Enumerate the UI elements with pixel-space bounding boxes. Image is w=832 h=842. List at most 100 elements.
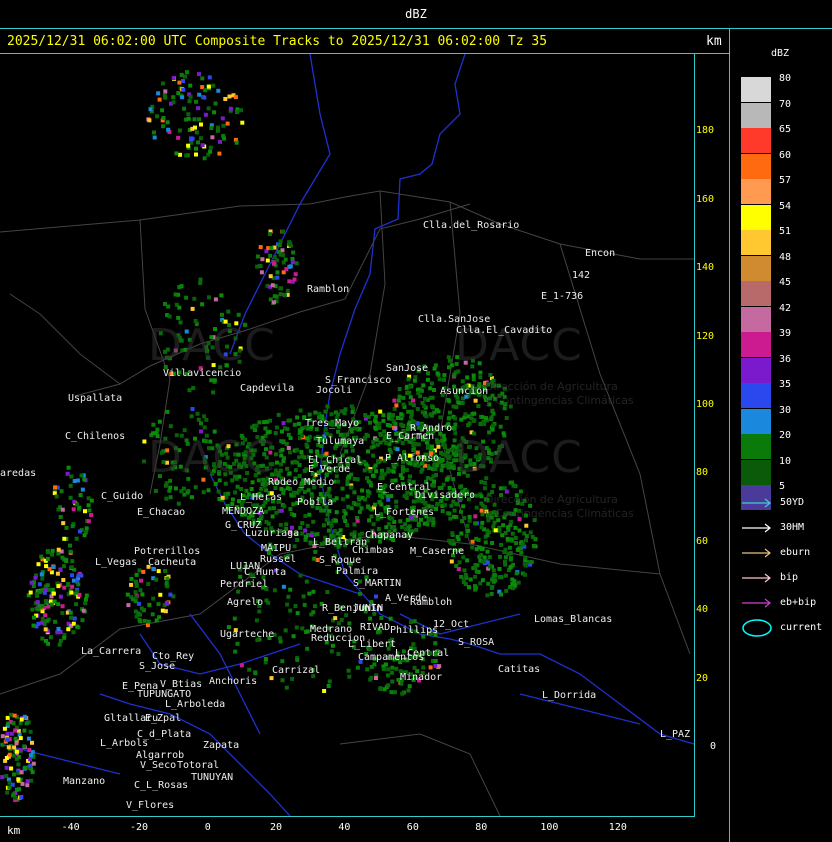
legend-value-label: 70 <box>779 98 792 110</box>
track-legend-label: current <box>780 622 823 633</box>
place-label: 142 <box>572 270 591 281</box>
place-label: L_PAZ <box>660 729 691 740</box>
legend-swatch <box>741 128 771 153</box>
legend-swatch <box>741 306 771 332</box>
place-label: Palmira <box>336 566 379 577</box>
legend-title: dBZ <box>771 48 790 59</box>
watermark-line1: Dirección de Agricultura <box>485 380 618 393</box>
place-label: V_Flores <box>126 800 175 811</box>
place-label: Clla.del_Rosario <box>423 220 520 231</box>
place-label: C_Hunta <box>244 567 287 578</box>
place-label: S_ROSA <box>458 637 495 648</box>
legend-value-label: 45 <box>779 277 792 288</box>
legend-value-label: 35 <box>779 379 792 390</box>
composite-tracks-header: 2025/12/31 06:02:00 UTC Composite Tracks… <box>7 34 548 49</box>
current-cell-ellipse-icon <box>742 619 772 637</box>
legend-value-label: 57 <box>779 175 792 186</box>
x-tick-label: 80 <box>475 822 488 833</box>
place-label: C_L_Rosas <box>134 780 189 791</box>
place-label: Lomas_Blancas <box>534 614 613 625</box>
track-legend-label: bip <box>780 572 799 583</box>
place-label: E_Carmen <box>386 431 435 442</box>
legend-value-label: 5 <box>779 481 786 492</box>
y-tick-label: 0 <box>710 741 717 752</box>
place-label: C_Guido <box>101 491 144 502</box>
legend-swatch <box>741 383 771 408</box>
legend-swatch <box>741 281 771 306</box>
legend-swatch <box>741 408 771 434</box>
place-label: E_1-736 <box>541 291 584 302</box>
place-label: Carrizal <box>272 665 321 676</box>
track-legend-label: 30HM <box>780 522 805 533</box>
place-label: C_Chilenos <box>65 431 126 442</box>
place-label: Agrelo <box>227 597 264 608</box>
place-label: V_Seco <box>140 760 177 771</box>
place-label: Minador <box>400 672 443 683</box>
place-label: MENDOZA <box>222 506 265 517</box>
legend-value-label: 36 <box>779 353 792 365</box>
legend-value-label: 42 <box>779 302 792 314</box>
place-label: RIVAD <box>360 622 391 633</box>
y-tick-label: 140 <box>696 262 715 274</box>
place-label: JUNIN <box>353 603 384 614</box>
legend-swatch <box>741 459 771 485</box>
legend-swatch <box>741 230 771 255</box>
place-label: Capdevila <box>240 383 295 394</box>
place-label: Villavicencio <box>163 368 242 379</box>
x-unit-label: km <box>7 824 21 837</box>
place-label: E_Verde <box>308 464 351 475</box>
place-label: 12_Oct <box>433 619 470 630</box>
watermark-brand: DACC <box>148 432 276 483</box>
place-label: Clla.El_Cavadito <box>456 325 553 336</box>
x-tick-label: 100 <box>540 822 559 833</box>
place-label: S_Roque <box>319 555 362 566</box>
legend-swatch <box>741 204 771 230</box>
watermark-line2: y Contingencias Climáticas <box>485 507 634 520</box>
place-label: aredas <box>0 468 37 479</box>
legend-value-label: 10 <box>779 455 792 467</box>
place-label: Potrerillos <box>134 546 201 557</box>
legend-value-label: 80 <box>779 73 792 84</box>
place-label: Totoral <box>177 760 220 771</box>
y-tick-label: 120 <box>696 330 715 342</box>
place-label: Manzano <box>63 776 106 787</box>
window-title: dBZ <box>405 7 427 21</box>
place-label: TUNUYAN <box>191 772 234 783</box>
legend-value-label: 30 <box>779 404 792 416</box>
legend-swatch <box>741 102 771 128</box>
place-label: Asuncion <box>440 386 489 397</box>
place-label: Cacheuta <box>148 557 197 568</box>
x-tick-label: 120 <box>608 822 627 833</box>
place-label: L_Fortenes <box>374 507 435 518</box>
legend-value-label: 51 <box>779 226 792 237</box>
track-legend-label: eburn <box>780 547 811 558</box>
legend-swatch <box>741 77 771 102</box>
y-tick-label: 160 <box>696 193 715 205</box>
x-tick-label: -20 <box>130 822 149 833</box>
place-label: Ramblon <box>307 284 350 295</box>
place-label: E_Chacao <box>137 507 186 518</box>
x-tick-label: -40 <box>61 822 80 833</box>
place-label: Luzuriaga <box>245 528 300 539</box>
y-tick-label: 100 <box>696 399 715 410</box>
legend-swatch <box>741 357 771 383</box>
place-label: L_Vegas <box>95 557 138 568</box>
title-bar: dBZ <box>0 0 832 29</box>
x-tick-label: 60 <box>406 822 419 833</box>
legend-value-label: 60 <box>779 149 792 161</box>
place-label: Rambloh <box>410 597 453 608</box>
y-tick-label: 40 <box>696 604 709 616</box>
place-label: Chapanay <box>365 530 414 541</box>
place-label: Russel <box>260 554 297 565</box>
legend-value-label: 65 <box>779 124 792 135</box>
place-label: Phillips <box>390 625 439 636</box>
place-label: Tres_Mayo <box>305 418 360 429</box>
place-label: P_Alfonso <box>385 453 440 464</box>
place-label: Encon <box>585 248 616 259</box>
watermark-line2: y Contingencias Climáticas <box>485 394 634 407</box>
place-label: Zapata <box>203 740 240 751</box>
y-tick-label: 80 <box>696 467 709 479</box>
legend-value-label: 54 <box>779 200 792 212</box>
legend-divider <box>729 28 730 842</box>
y-tick-label: 180 <box>696 125 715 137</box>
